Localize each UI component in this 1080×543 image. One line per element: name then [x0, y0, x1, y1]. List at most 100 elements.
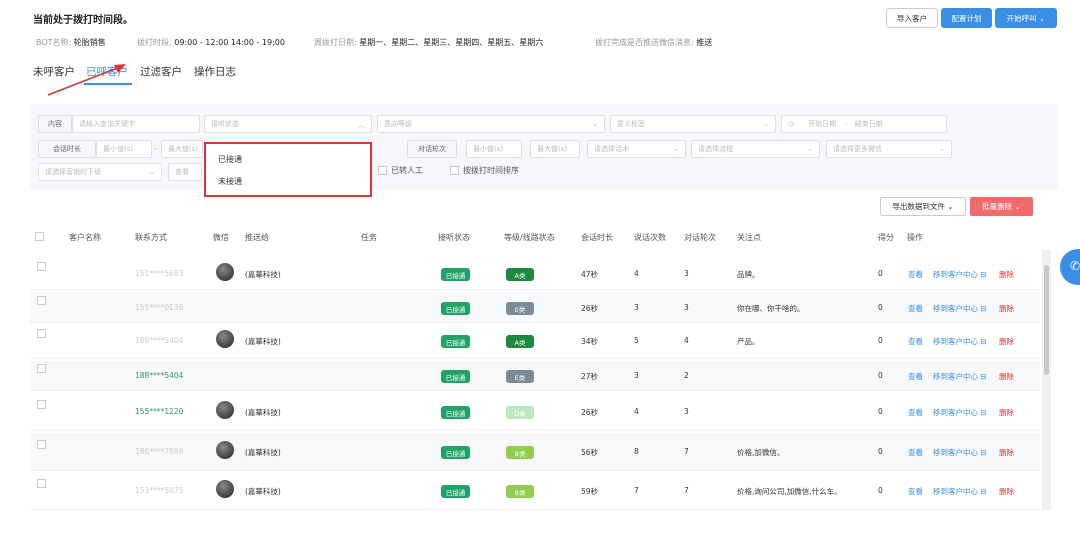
department-select[interactable]: 请选择营销的下级 ⌄ [38, 163, 162, 181]
config-plan-button[interactable]: 配置计划 [941, 8, 992, 28]
focus-value: 你在哪、你干啥的。 [737, 304, 805, 313]
move-to-customer-center-link[interactable]: 移到客户中心 ⊟ [933, 486, 987, 497]
rounds-value: 3 [684, 269, 689, 278]
keyword-search-input[interactable]: 请输入查询关键字 [72, 115, 200, 133]
move-to-customer-center-link[interactable]: 移到客户中心 ⊟ [933, 407, 987, 418]
day-info: 周拨打日期: 星期一、星期二、星期三、星期四、星期五、星期六 [314, 38, 544, 47]
duration-value: 47秒 [581, 270, 599, 279]
delete-link[interactable]: 删除 [999, 371, 1014, 382]
col-rounds: 对话轮次 [684, 233, 716, 242]
wechat-push-info: 拨打完成是否推送微信消息: 推送 [595, 38, 713, 47]
duration-value: 56秒 [581, 448, 599, 457]
col-score: 得分 [878, 233, 894, 242]
view-link[interactable]: 查看 [908, 371, 923, 382]
phone-call-fab[interactable]: ✆ [1060, 249, 1080, 285]
col-task: 任务 [361, 233, 377, 242]
score-value: 0 [878, 269, 883, 278]
calling-status-notice: 当前处于拨打时间段。 [33, 15, 133, 26]
chevron-down-icon: ⌄ [807, 145, 813, 153]
row-checkbox[interactable] [37, 296, 46, 305]
view-link[interactable]: 查看 [908, 447, 923, 458]
col-focus: 关注点 [737, 233, 761, 242]
view-link[interactable]: 查看 [908, 269, 923, 280]
batch-delete-button[interactable]: 批量删除 ⌄ [970, 197, 1033, 216]
col-answer-status: 接听状态 [438, 233, 470, 242]
push-target: (嘉華科技) [245, 337, 281, 346]
time-info: 拨打时段: 09:00 - 12:00 14:00 - 19:00 [137, 38, 285, 47]
select-all-checkbox[interactable] [35, 232, 44, 241]
intent-grade-select[interactable]: 意向等级 ⌄ [377, 115, 605, 133]
option-connected[interactable]: 已接通 [218, 154, 242, 165]
col-customer-name: 客户名称 [69, 233, 101, 242]
rounds-value: 4 [684, 336, 689, 345]
annotation-arrow [47, 64, 126, 96]
delete-link[interactable]: 删除 [999, 303, 1014, 314]
export-data-button[interactable]: 导出数据到文件 ⌄ [880, 197, 966, 216]
row-checkbox[interactable] [37, 364, 46, 373]
delete-link[interactable]: 删除 [999, 336, 1014, 347]
rounds-min-input[interactable]: 最小值(s) [466, 140, 522, 158]
duration-value: 26秒 [581, 304, 599, 313]
delete-link[interactable]: 删除 [999, 447, 1014, 458]
delete-link[interactable]: 删除 [999, 486, 1014, 497]
transfer-human-checkbox[interactable]: 已转人工 [378, 165, 423, 176]
sort-by-time-checkbox[interactable]: 按拨打时间排序 [450, 165, 519, 176]
move-to-customer-center-link[interactable]: 移到客户中心 ⊟ [933, 447, 987, 458]
delete-link[interactable]: 删除 [999, 407, 1014, 418]
rounds-value: 7 [684, 447, 689, 456]
talk-count-value: 5 [634, 336, 639, 345]
chevron-down-icon: ⌄ [763, 120, 769, 128]
score-value: 0 [878, 486, 883, 495]
row-checkbox[interactable] [37, 400, 46, 409]
score-value: 0 [878, 336, 883, 345]
chevron-up-icon: ︿ [358, 121, 365, 129]
option-not-connected[interactable]: 未接通 [218, 176, 242, 187]
view-link[interactable]: 查看 [908, 336, 923, 347]
tab-filtered[interactable]: 过滤客户 [140, 64, 182, 79]
date-range-picker[interactable]: ◷ 开始日期 - 结束日期 [781, 115, 947, 133]
row-checkbox[interactable] [37, 262, 46, 271]
row-checkbox[interactable] [37, 329, 46, 338]
flow-select[interactable]: 请选择流程 ⌄ [691, 140, 820, 158]
chevron-down-icon: ⌄ [149, 168, 155, 176]
view-select[interactable]: 查看 [168, 163, 202, 181]
script-select[interactable]: 请选择话术 ⌄ [587, 140, 686, 158]
content-prefix: 内容 [38, 115, 72, 133]
focus-value: 产品。 [737, 337, 760, 346]
talk-count-value: 3 [634, 303, 639, 312]
col-duration: 会话时长 [581, 233, 613, 242]
col-talk-count: 说话次数 [634, 233, 666, 242]
move-to-customer-center-link[interactable]: 移到客户中心 ⊟ [933, 269, 987, 280]
phone-icon: ✆ [1070, 259, 1080, 273]
tab-operation-log[interactable]: 操作日志 [194, 64, 236, 79]
move-to-customer-center-link[interactable]: 移到客户中心 ⊟ [933, 336, 987, 347]
rounds-max-input[interactable]: 最大值(s) [530, 140, 580, 158]
view-link[interactable]: 查看 [908, 486, 923, 497]
phone-number: 153****5075 [135, 486, 184, 495]
row-checkbox[interactable] [37, 440, 46, 449]
move-to-customer-center-link[interactable]: 移到客户中心 ⊟ [933, 371, 987, 382]
scrollbar-thumb[interactable] [1044, 265, 1049, 375]
rounds-value: 3 [684, 303, 689, 312]
phone-number: 188****5404 [135, 336, 184, 345]
move-to-customer-center-link[interactable]: 移到客户中心 ⊟ [933, 303, 987, 314]
phone-number: 155****0136 [135, 303, 184, 312]
avatar [216, 401, 234, 419]
clock-icon: ◷ [788, 120, 795, 128]
wechat-select[interactable]: 请选择更多微信 ⌄ [826, 140, 952, 158]
talk-count-value: 8 [634, 447, 639, 456]
duration-min-input[interactable]: 最小值(s) [96, 140, 152, 158]
bot-info: BOT名称: 轮胎销售 [36, 38, 106, 47]
duration-value: 27秒 [581, 372, 599, 381]
delete-link[interactable]: 删除 [999, 269, 1014, 280]
view-link[interactable]: 查看 [908, 407, 923, 418]
answer-status-select[interactable]: 接听状态 ︿ [204, 115, 372, 133]
view-link[interactable]: 查看 [908, 303, 923, 314]
chevron-down-icon: ⌄ [939, 145, 945, 153]
tag-select[interactable]: 意义标签 ⌄ [610, 115, 776, 133]
import-customers-button[interactable]: 导入客户 [886, 8, 938, 28]
row-checkbox[interactable] [37, 479, 46, 488]
start-calling-button[interactable]: 开始呼叫 ⌄ [995, 8, 1057, 28]
duration-max-input[interactable]: 最大值(s) [161, 140, 203, 158]
grade-badge: D类 [506, 406, 534, 419]
